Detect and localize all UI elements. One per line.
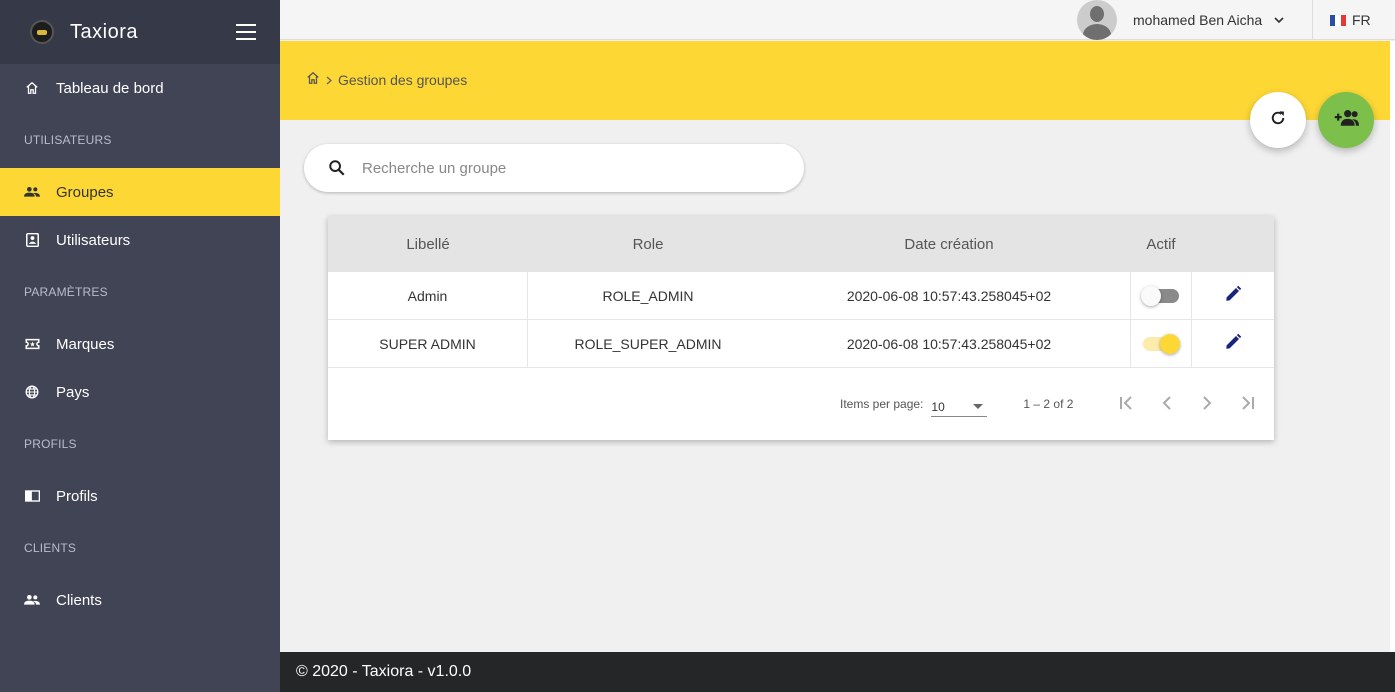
right-edge [1390, 41, 1395, 652]
sidebar: Taxiora Tableau de bord UTILISATEURS Gro… [0, 0, 280, 692]
chevron-left-icon [1162, 395, 1172, 413]
sidebar-section-profils: PROFILS [24, 437, 77, 451]
app-title: Taxiora [70, 20, 138, 43]
sidebar-item-label: Tableau de bord [56, 79, 164, 97]
actif-toggle[interactable] [1141, 285, 1179, 306]
breadcrumb: Gestion des groupes [306, 71, 467, 88]
brand-bar: Taxiora [0, 0, 280, 64]
contact-icon [24, 232, 40, 248]
topbar: mohamed Ben Aicha FR [280, 0, 1395, 40]
actif-toggle[interactable] [1143, 333, 1180, 354]
items-per-page-value: 10 [931, 399, 945, 414]
next-page-button[interactable] [1187, 384, 1227, 424]
sidebar-item-label: Profils [56, 487, 98, 505]
sidebar-section-parametres: PARAMÈTRES [24, 285, 108, 299]
page-range: 1 – 2 of 2 [1023, 397, 1074, 411]
language-label: FR [1352, 12, 1371, 28]
items-per-page-select[interactable]: 10 [931, 391, 988, 417]
cell-actions [1192, 320, 1274, 367]
user-name: mohamed Ben Aicha [1133, 12, 1263, 28]
first-page-button[interactable] [1107, 384, 1147, 424]
cell-date-creation: 2020-06-08 10:57:43.258045+02 [846, 335, 1052, 352]
footer-text: © 2020 - Taxiora - v1.0.0 [296, 663, 472, 680]
avatar [1077, 0, 1117, 40]
table-row: Admin ROLE_ADMIN 2020-06-08 10:57:43.258… [328, 272, 1274, 320]
sidebar-item-label: Groupes [56, 183, 114, 201]
menu-icon[interactable] [236, 24, 256, 40]
footer: © 2020 - Taxiora - v1.0.0 [280, 652, 1395, 692]
refresh-button[interactable] [1250, 92, 1306, 148]
cell-date-creation: 2020-06-08 10:57:43.258045+02 [846, 287, 1052, 304]
edit-icon[interactable] [1224, 333, 1242, 354]
refresh-icon [1269, 109, 1287, 132]
first-page-icon [1119, 395, 1135, 413]
last-page-button[interactable] [1227, 384, 1267, 424]
cell-libelle: Admin [328, 272, 528, 319]
group-add-icon [1333, 109, 1359, 132]
sidebar-section-utilisateurs: UTILISATEURS [24, 133, 112, 147]
cell-role: ROLE_SUPER_ADMIN [574, 335, 722, 352]
column-header-libelle[interactable]: Libellé [328, 216, 528, 272]
sidebar-section-clients: CLIENTS [24, 541, 77, 555]
column-header-role[interactable]: Role [528, 216, 768, 272]
cell-libelle: SUPER ADMIN [328, 320, 528, 367]
cell-role: ROLE_ADMIN [602, 287, 694, 304]
chevron-right-icon [1202, 395, 1212, 413]
last-page-icon [1239, 395, 1255, 413]
sidebar-item-label: Marques [56, 335, 115, 353]
sidebar-item-clients[interactable]: Clients [0, 576, 280, 624]
language-selector[interactable]: FR [1330, 0, 1371, 40]
column-header-actif[interactable]: Actif [1130, 216, 1192, 272]
sidebar-item-profils[interactable]: Profils [0, 472, 280, 520]
pagination-controls [1107, 384, 1267, 424]
ticket-icon [24, 336, 40, 352]
flag-fr-icon [1330, 14, 1346, 26]
sidebar-item-label: Clients [56, 591, 102, 609]
chrome-reader-icon [24, 488, 40, 504]
table-header: Libellé Role Date création Actif [328, 216, 1274, 272]
column-header-date-creation[interactable]: Date création [768, 216, 1130, 272]
user-menu[interactable]: mohamed Ben Aicha [1077, 0, 1308, 40]
edit-icon[interactable] [1224, 285, 1242, 306]
globe-icon [24, 384, 40, 400]
sidebar-item-marques[interactable]: Marques [0, 320, 280, 368]
page-header: Gestion des groupes [280, 41, 1390, 120]
search-bar [304, 144, 804, 192]
cell-actions [1192, 272, 1274, 319]
divider [1312, 0, 1313, 40]
cell-actif [1130, 320, 1192, 367]
sidebar-item-label: Pays [56, 383, 90, 401]
sidebar-item-label: Utilisateurs [56, 231, 131, 249]
previous-page-button[interactable] [1147, 384, 1187, 424]
add-group-button[interactable] [1318, 92, 1374, 148]
chevron-right-icon [326, 72, 333, 88]
group-icon [24, 184, 40, 200]
taxi-logo-icon [30, 20, 54, 44]
home-icon[interactable] [306, 71, 320, 88]
table-row: SUPER ADMIN ROLE_SUPER_ADMIN 2020-06-08 … [328, 320, 1274, 368]
column-header-actions [1192, 216, 1274, 272]
groups-table: Libellé Role Date création Actif Admin R… [328, 216, 1274, 440]
items-per-page-label: Items per page: [840, 397, 924, 411]
chevron-down-icon [1274, 11, 1284, 29]
search-icon [304, 159, 346, 177]
caret-down-icon [973, 404, 984, 409]
group-icon [24, 592, 40, 608]
sidebar-item-groupes[interactable]: Groupes [0, 168, 280, 216]
cell-actif [1130, 272, 1192, 319]
sidebar-item-utilisateurs[interactable]: Utilisateurs [0, 216, 280, 264]
breadcrumb-current: Gestion des groupes [338, 71, 468, 88]
paginator: Items per page: 10 1 – 2 of 2 [328, 368, 1274, 440]
sidebar-item-tableau-de-bord[interactable]: Tableau de bord [0, 64, 280, 112]
search-input[interactable] [346, 144, 786, 192]
sidebar-item-pays[interactable]: Pays [0, 368, 280, 416]
home-icon [24, 80, 40, 96]
